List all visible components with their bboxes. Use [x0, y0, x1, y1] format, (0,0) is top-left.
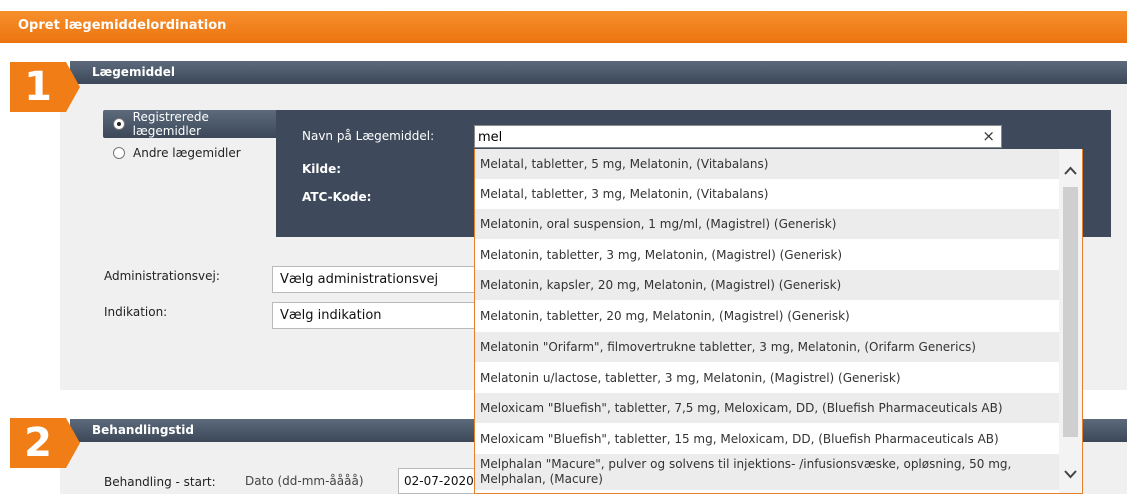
radio-andre-lægemidler[interactable]: Andre lægemidler [113, 146, 241, 160]
list-item[interactable]: Melatonin "Orifarm", filmovertrukne tabl… [475, 332, 1060, 362]
chevron-down-icon[interactable] [1064, 467, 1077, 483]
radio-label: Andre lægemidler [133, 146, 241, 160]
source-label: Kilde: [302, 162, 342, 176]
list-item[interactable]: Meloxicam "Bluefish", tabletter, 7,5 mg,… [475, 393, 1060, 423]
radio-label: Registrerede lægemidler [132, 110, 209, 138]
drug-suggestion-list: Melatal, tabletter, 5 mg, Melatonin, (Vi… [474, 149, 1083, 494]
indication-select[interactable]: Vælg indikation [272, 302, 482, 329]
list-item[interactable]: Melatonin u/lactose, tabletter, 3 mg, Me… [475, 363, 1060, 393]
date-format-label: Dato (dd-mm-åååå) [245, 474, 364, 488]
list-item[interactable]: Melatonin, tabletter, 20 mg, Melatonin, … [475, 301, 1060, 331]
step-badge-2: 2 [10, 418, 80, 468]
list-item[interactable]: Meloxicam "Bluefish", tabletter, 15 mg, … [475, 424, 1060, 454]
section-header-lægemiddel: Lægemiddel [70, 61, 1127, 84]
treatment-start-label: Behandling - start: [104, 475, 216, 489]
section-title: Behandlingstid [92, 423, 194, 437]
page-header: Opret lægemiddelordination [0, 11, 1127, 43]
chevron-up-icon[interactable] [1064, 163, 1077, 179]
drug-name-input[interactable] [478, 128, 958, 146]
page-title: Opret lægemiddelordination [18, 18, 227, 33]
clear-icon[interactable]: × [982, 127, 995, 145]
radio-unselected-icon [113, 147, 125, 159]
list-item[interactable]: Melatal, tabletter, 3 mg, Melatonin, (Vi… [475, 179, 1060, 209]
name-label: Navn på Lægemiddel: [302, 129, 435, 143]
dropdown-scrollbar[interactable] [1059, 149, 1082, 493]
list-item[interactable]: Melatal, tabletter, 5 mg, Melatonin, (Vi… [475, 149, 1060, 179]
step-badge-1: 1 [10, 62, 80, 112]
radio-selected-icon [113, 118, 125, 130]
indication-label: Indikation: [104, 305, 168, 319]
atc-label: ATC-Kode: [302, 190, 372, 204]
drug-name-search: × [474, 125, 1002, 148]
radio-registered-lægemidler[interactable]: Registrerede lægemidler [103, 110, 276, 138]
scrollbar-thumb[interactable] [1063, 187, 1078, 437]
section-title: Lægemiddel [92, 65, 175, 79]
list-item[interactable]: Melphalan "Macure", pulver og solvens ti… [475, 454, 1060, 490]
admin-route-select[interactable]: Vælg administrationsvej [272, 266, 482, 293]
list-item[interactable]: Melatonin, kapsler, 20 mg, Melatonin, (M… [475, 270, 1060, 300]
admin-route-label: Administrationsvej: [104, 269, 220, 283]
list-item[interactable]: Melatonin, tabletter, 3 mg, Melatonin, (… [475, 240, 1060, 270]
list-item[interactable]: Melatonin, oral suspension, 1 mg/ml, (Ma… [475, 209, 1060, 239]
